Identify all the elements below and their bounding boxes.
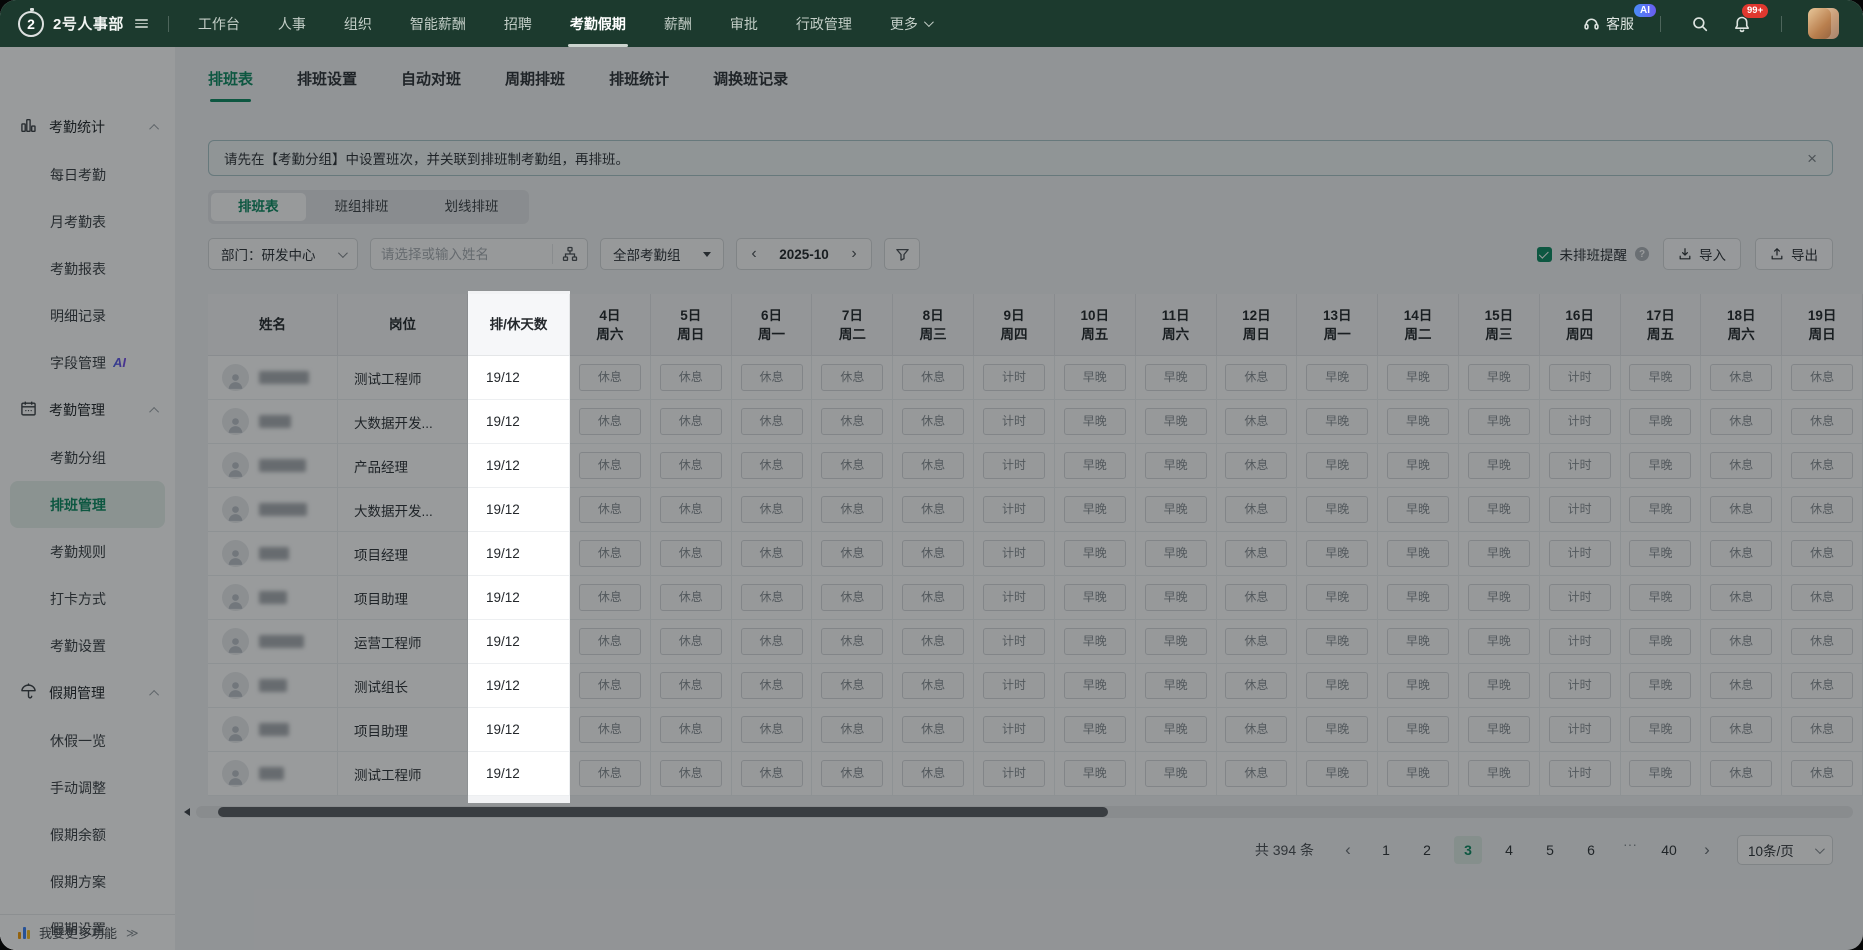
ai-badge: AI (1634, 3, 1656, 17)
nav-item-attendance-leave[interactable]: 考勤假期 (551, 0, 645, 47)
notification-count-badge: 99+ (1741, 2, 1770, 19)
nav-item-more[interactable]: 更多 (871, 0, 950, 47)
nav-item-label: 薪酬 (663, 15, 692, 32)
customer-service-label: 客服 (1606, 15, 1634, 32)
nav-item-recruiting[interactable]: 招聘 (485, 0, 551, 47)
shift-rest-ratio-cell: 19/12 (468, 444, 570, 488)
customer-service-button[interactable]: 客服 AI (1583, 3, 1656, 34)
headset-icon (1584, 18, 1599, 30)
shift-rest-ratio-cell: 19/12 (468, 532, 570, 576)
nav-item-payroll[interactable]: 薪酬 (645, 0, 711, 47)
search-icon (1693, 16, 1708, 31)
brand-name: 2号人事部 (53, 16, 124, 33)
nav-item-approval[interactable]: 审批 (711, 0, 777, 47)
nav-item-label: 考勤假期 (569, 15, 626, 32)
nav-item-label: 工作台 (197, 15, 240, 32)
nav-item-label: 组织 (343, 15, 372, 32)
navbar-right: 客服 AI 99+ (1583, 2, 1845, 39)
shift-rest-ratio-cell: 19/12 (468, 400, 570, 444)
user-avatar[interactable] (1808, 8, 1839, 39)
brand[interactable]: 2 2号人事部 (18, 7, 148, 37)
dim-overlay (0, 803, 1863, 950)
divider (1781, 15, 1782, 32)
chevron-down-icon (923, 17, 934, 28)
nav-item-workbench[interactable]: 工作台 (179, 0, 259, 47)
primary-nav: 工作台 人事 组织 智能薪酬 招聘 考勤假期 薪酬 审批 行政管理 更多 (179, 0, 950, 47)
notifications-button[interactable]: 99+ (1729, 2, 1770, 37)
nav-item-smart-payroll[interactable]: 智能薪酬 (391, 0, 485, 47)
shift-rest-ratio-cell: 19/12 (468, 752, 570, 796)
dim-overlay (0, 47, 1863, 291)
search-button[interactable] (1687, 11, 1713, 37)
shift-rest-ratio-cell: 19/12 (468, 576, 570, 620)
dim-overlay (570, 291, 1863, 803)
divider (1660, 15, 1661, 32)
shift-rest-ratio-cell: 19/12 (468, 356, 570, 400)
nav-item-label: 智能薪酬 (409, 15, 466, 32)
shift-rest-ratio-cell: 19/12 (468, 620, 570, 664)
nav-item-organization[interactable]: 组织 (325, 0, 391, 47)
nav-item-label: 行政管理 (795, 15, 852, 32)
shift-rest-ratio-cell: 19/12 (468, 664, 570, 708)
shift-rest-ratio-cell: 19/12 (468, 488, 570, 532)
nav-item-label: 更多 (889, 15, 918, 32)
dim-overlay (0, 291, 468, 803)
org-switcher-icon[interactable] (134, 18, 148, 29)
col-header-shift-rest-days: 排/休天数 (468, 294, 570, 356)
nav-item-label: 审批 (729, 15, 758, 32)
top-navbar: 2 2号人事部 工作台 人事 组织 智能薪酬 招聘 考勤假期 薪酬 审批 行政管理 更多 客服 A… (0, 0, 1863, 47)
nav-item-label: 人事 (277, 15, 306, 32)
app-window: 2 2号人事部 工作台 人事 组织 智能薪酬 招聘 考勤假期 薪酬 审批 行政管理 更多 客服 A… (0, 0, 1863, 950)
divider (167, 15, 169, 32)
shift-rest-ratio-cell: 19/12 (468, 708, 570, 752)
nav-item-admin-management[interactable]: 行政管理 (777, 0, 871, 47)
nav-item-hr[interactable]: 人事 (259, 0, 325, 47)
nav-item-label: 招聘 (503, 15, 532, 32)
stopwatch-logo-icon: 2 (18, 7, 44, 37)
